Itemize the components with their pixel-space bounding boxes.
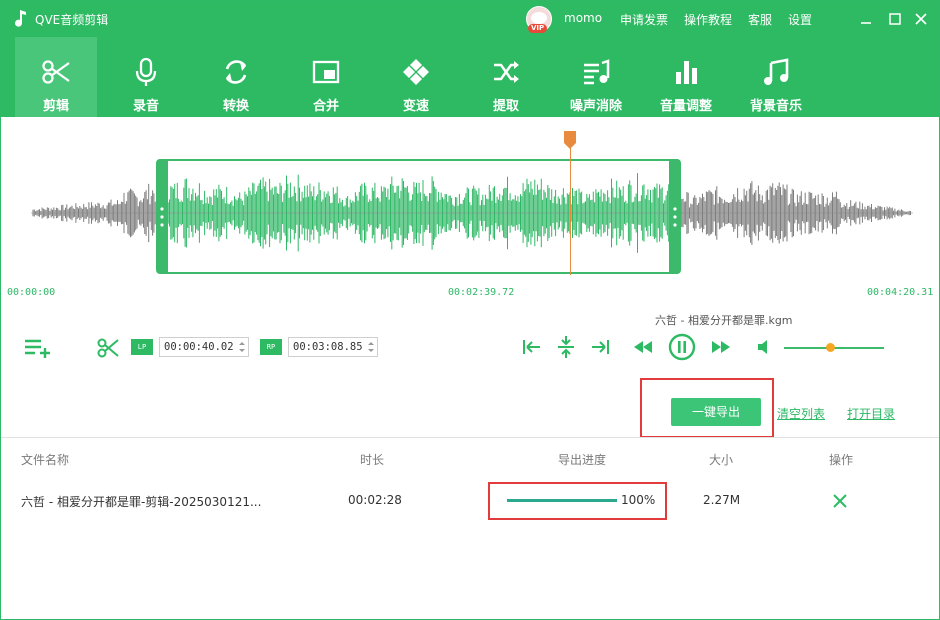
title-bar: QVE音频剪辑 VIP momo 申请发票 操作教程 客服 设置 bbox=[1, 1, 939, 37]
col-header-ops: 操作 bbox=[829, 453, 854, 467]
rewind-icon[interactable] bbox=[633, 340, 653, 354]
volume-slider-knob[interactable] bbox=[826, 343, 835, 352]
close-icon[interactable] bbox=[911, 9, 931, 29]
control-bar: LP 00:00:40.02 RP 00:03:08.85 六哲 - 相爱分开都… bbox=[1, 307, 939, 387]
row-duration: 00:02:28 bbox=[348, 493, 402, 507]
minimize-icon[interactable] bbox=[856, 9, 876, 29]
playhead-time: 00:02:39.72 bbox=[448, 287, 515, 298]
top-bar: QVE音频剪辑 VIP momo 申请发票 操作教程 客服 设置 剪辑 录音 转… bbox=[1, 1, 939, 117]
tab-merge[interactable]: 合并 bbox=[285, 37, 367, 117]
jump-to-start-icon[interactable] bbox=[522, 338, 542, 356]
lp-tag: LP bbox=[131, 339, 153, 355]
microphone-icon bbox=[135, 57, 157, 86]
shuffle-icon bbox=[494, 61, 519, 83]
tab-label: 音量调整 bbox=[659, 99, 712, 114]
maximize-icon[interactable] bbox=[885, 9, 905, 29]
delete-x-icon[interactable] bbox=[831, 492, 849, 510]
noise-reduction-icon bbox=[584, 59, 610, 85]
merge-icon bbox=[312, 60, 340, 84]
col-header-name: 文件名称 bbox=[21, 453, 70, 467]
tab-label: 剪辑 bbox=[42, 99, 69, 114]
one-click-export-button[interactable]: 一键导出 bbox=[671, 398, 761, 426]
scissors-icon[interactable] bbox=[97, 337, 119, 359]
volume-bars-icon bbox=[676, 61, 697, 84]
jump-to-end-icon[interactable] bbox=[590, 338, 610, 356]
row-file-name: 六哲 - 相爱分开都是罪-剪辑-2025030121... bbox=[21, 495, 262, 509]
tab-extract[interactable]: 提取 bbox=[465, 37, 547, 117]
tab-label: 背景音乐 bbox=[749, 99, 802, 114]
clear-list-link[interactable]: 清空列表 bbox=[777, 405, 825, 422]
support-link[interactable]: 客服 bbox=[748, 11, 772, 28]
tab-convert[interactable]: 转换 bbox=[195, 37, 277, 117]
center-split-icon[interactable] bbox=[557, 335, 575, 359]
tab-cut[interactable]: 剪辑 bbox=[15, 37, 97, 117]
lp-time-input[interactable]: 00:00:40.02 bbox=[159, 337, 249, 357]
username[interactable]: momo bbox=[564, 11, 602, 25]
rp-time-value: 00:03:08.85 bbox=[293, 341, 363, 353]
add-file-list-icon[interactable] bbox=[23, 337, 53, 359]
lp-time-value: 00:00:40.02 bbox=[164, 341, 234, 353]
settings-link[interactable]: 设置 bbox=[788, 11, 812, 28]
tab-label: 转换 bbox=[222, 99, 249, 114]
col-header-progress: 导出进度 bbox=[558, 453, 607, 467]
playhead-marker-icon[interactable] bbox=[564, 131, 576, 149]
tab-label: 噪声消除 bbox=[569, 99, 622, 114]
tab-denoise[interactable]: 噪声消除 bbox=[555, 37, 637, 117]
col-header-duration: 时长 bbox=[360, 453, 385, 467]
speaker-icon[interactable] bbox=[756, 338, 774, 356]
tab-record[interactable]: 录音 bbox=[105, 37, 187, 117]
start-time: 00:00:00 bbox=[7, 287, 56, 298]
convert-icon bbox=[225, 60, 247, 84]
invoice-link[interactable]: 申请发票 bbox=[620, 11, 668, 28]
app-title: QVE音频剪辑 bbox=[35, 13, 109, 27]
tab-label: 提取 bbox=[492, 99, 519, 114]
pause-icon[interactable] bbox=[668, 333, 696, 361]
music-note-logo-icon bbox=[15, 10, 26, 27]
tab-bgm[interactable]: 背景音乐 bbox=[735, 37, 817, 117]
playhead-line[interactable] bbox=[570, 147, 571, 275]
now-playing-file: 六哲 - 相爱分开都是罪.kgm bbox=[655, 314, 793, 327]
rp-time-input[interactable]: 00:03:08.85 bbox=[288, 337, 378, 357]
tutorial-link[interactable]: 操作教程 bbox=[684, 11, 732, 28]
spinner-arrows-icon[interactable] bbox=[238, 340, 246, 354]
waveform-editor[interactable]: 00:00:00 00:02:39.72 00:04:20.31 bbox=[1, 117, 939, 307]
progress-highlight-frame bbox=[488, 482, 667, 520]
tool-tabs: 剪辑 录音 转换 合并 变速 提取 噪声消除 音量调整 背景音乐 bbox=[15, 37, 935, 117]
left-handle-grip-icon[interactable] bbox=[159, 206, 165, 228]
tab-label: 变速 bbox=[402, 99, 429, 114]
tab-label: 合并 bbox=[312, 99, 339, 114]
vip-badge: VIP bbox=[528, 24, 548, 33]
fast-forward-icon[interactable] bbox=[711, 340, 731, 354]
row-size: 2.27M bbox=[703, 493, 741, 507]
music-note-icon bbox=[764, 58, 789, 85]
col-header-size: 大小 bbox=[709, 453, 734, 467]
right-handle-grip-icon[interactable] bbox=[672, 206, 678, 228]
table-divider bbox=[1, 437, 939, 438]
scissors-icon bbox=[42, 60, 70, 84]
tab-label: 录音 bbox=[132, 99, 159, 114]
open-directory-link[interactable]: 打开目录 bbox=[847, 405, 895, 422]
rp-tag: RP bbox=[260, 339, 282, 355]
speed-icon bbox=[403, 59, 429, 85]
spinner-arrows-icon[interactable] bbox=[367, 340, 375, 354]
end-time: 00:04:20.31 bbox=[867, 287, 934, 298]
app-window: QVE音频剪辑 VIP momo 申请发票 操作教程 客服 设置 剪辑 录音 转… bbox=[0, 0, 940, 620]
tab-speed[interactable]: 变速 bbox=[375, 37, 457, 117]
selection-range[interactable] bbox=[156, 159, 681, 274]
tab-volume[interactable]: 音量调整 bbox=[645, 37, 727, 117]
